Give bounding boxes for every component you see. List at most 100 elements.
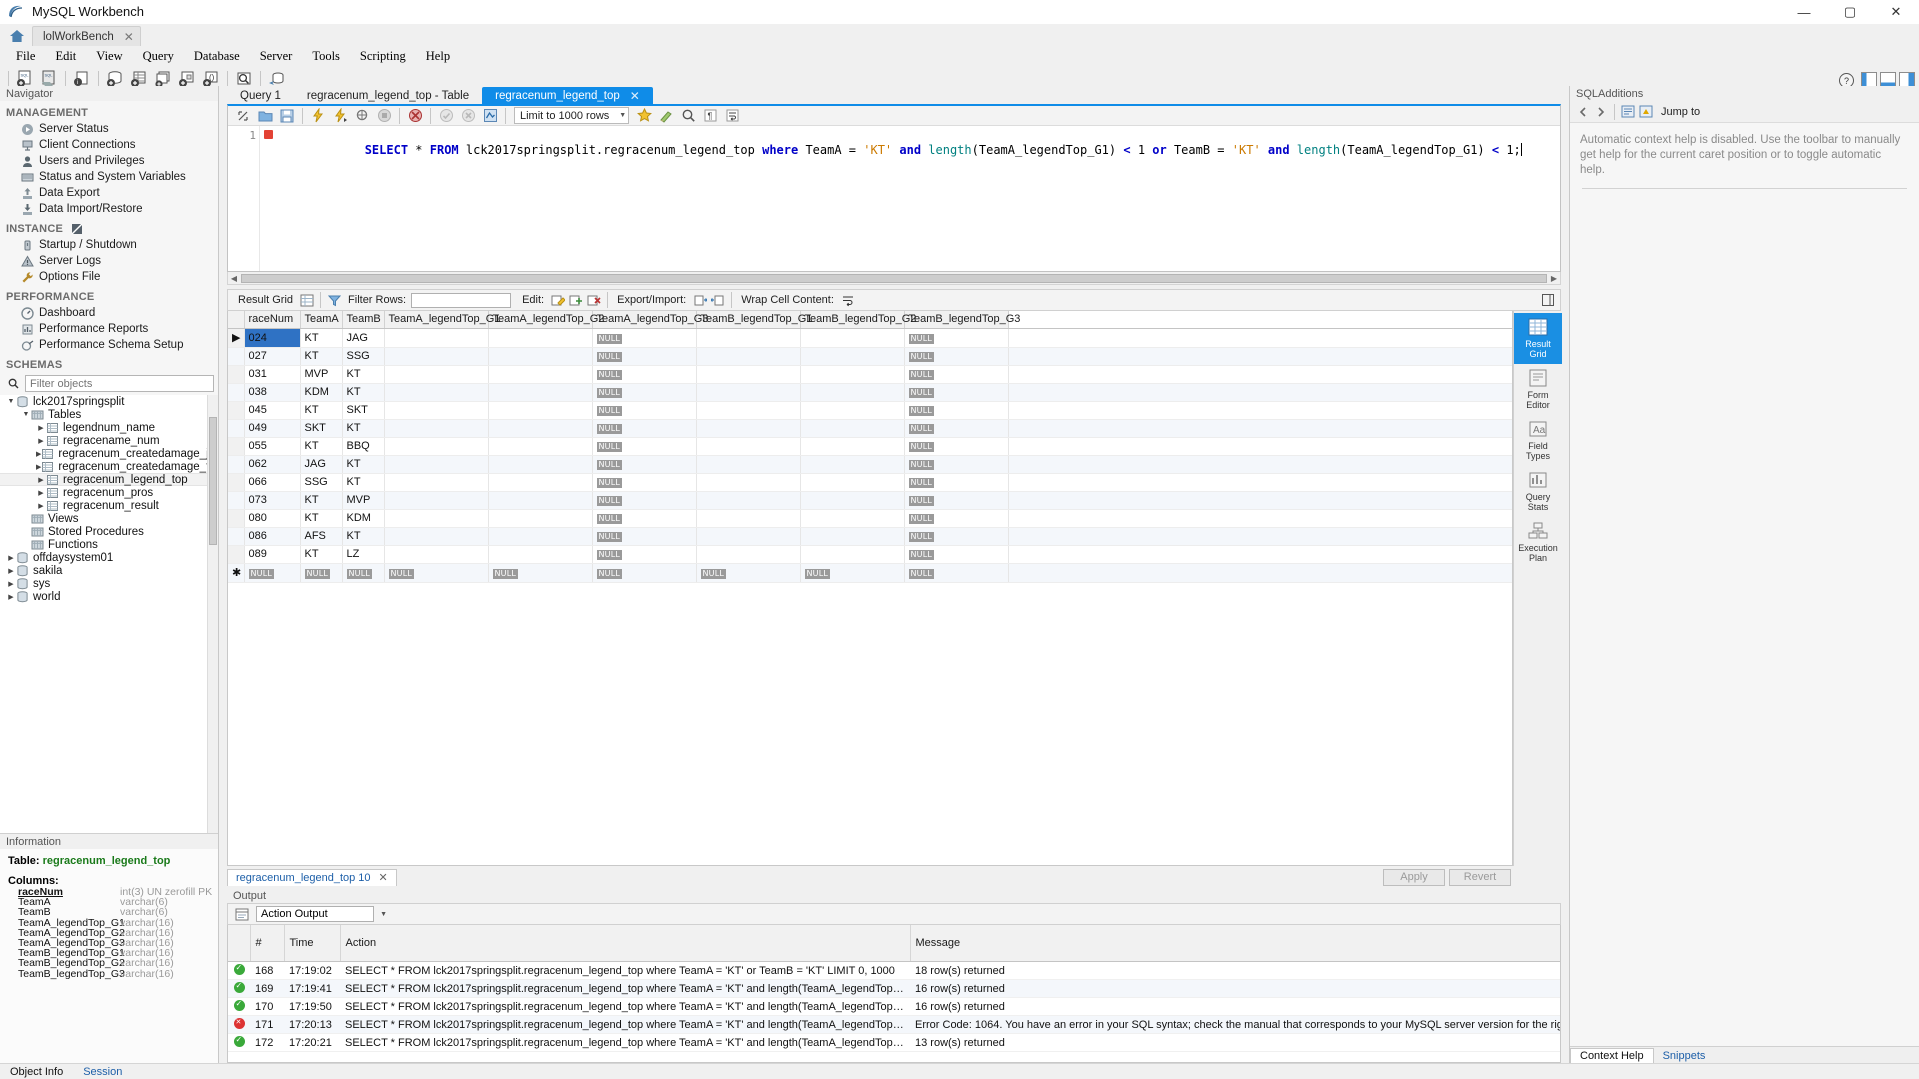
tree-item-regracenum-result[interactable]: ▶ regracenum_result (0, 499, 218, 512)
tree-item-stored-procedures[interactable]: Stored Procedures (0, 525, 218, 538)
import-recordset-icon[interactable] (709, 292, 727, 309)
table-cell[interactable] (696, 419, 801, 438)
filter-icon[interactable] (325, 292, 343, 309)
row-marker[interactable] (228, 545, 245, 564)
twisty-collapsed-icon[interactable]: ▶ (6, 554, 16, 562)
tree-item-functions[interactable]: Functions (0, 538, 218, 551)
table-cell[interactable]: BBQ (342, 437, 385, 456)
row-marker[interactable] (228, 491, 245, 510)
table-cell[interactable]: 089 (244, 545, 301, 564)
table-cell[interactable] (800, 401, 905, 420)
filter-objects-input[interactable] (25, 375, 214, 392)
table-cell[interactable]: NULL (904, 509, 1009, 528)
table-row[interactable]: 045 KT SKT NULL NULL (228, 401, 1512, 420)
table-cell[interactable]: 066 (244, 473, 301, 492)
table-cell[interactable]: SSG (300, 473, 343, 492)
table-cell[interactable]: 080 (244, 509, 301, 528)
table-cell[interactable]: NULL (488, 563, 593, 583)
explain-query-icon[interactable] (351, 107, 373, 125)
twisty-expanded-icon[interactable]: ▼ (6, 398, 16, 405)
table-cell[interactable]: NULL (244, 563, 301, 583)
table-cell[interactable]: NULL (592, 347, 697, 366)
table-cell[interactable]: KT (300, 437, 343, 456)
table-cell[interactable] (800, 455, 905, 474)
table-cell[interactable]: JAG (300, 455, 343, 474)
nav-item-client-connections[interactable]: Client Connections (0, 137, 218, 153)
home-button[interactable] (4, 26, 30, 46)
scrollbar-thumb[interactable] (241, 273, 1547, 283)
menu-item-database[interactable]: Database (184, 49, 250, 64)
menu-item-edit[interactable]: Edit (45, 49, 86, 64)
menu-item-query[interactable]: Query (133, 49, 184, 64)
table-cell[interactable] (384, 473, 489, 492)
twisty-collapsed-icon[interactable]: ▶ (36, 489, 46, 497)
table-cell[interactable]: 062 (244, 455, 301, 474)
table-cell[interactable] (384, 383, 489, 402)
revert-button[interactable]: Revert (1449, 868, 1511, 886)
column-header-teamb[interactable]: TeamB (342, 311, 385, 329)
table-cell[interactable]: MVP (342, 491, 385, 510)
table-cell[interactable] (696, 437, 801, 456)
table-cell[interactable]: KT (342, 383, 385, 402)
table-cell[interactable]: NULL (904, 455, 1009, 474)
new-row-marker[interactable]: ✱ (228, 563, 245, 583)
table-cell[interactable]: NULL (904, 419, 1009, 438)
table-cell[interactable] (384, 328, 489, 348)
menu-item-file[interactable]: File (6, 49, 45, 64)
query-stats-button[interactable]: Query Stats (1514, 466, 1562, 517)
table-row[interactable]: 080 KT KDM NULL NULL (228, 509, 1512, 528)
table-cell[interactable] (384, 419, 489, 438)
twisty-collapsed-icon[interactable]: ▶ (36, 424, 46, 432)
tree-item-tables[interactable]: ▼ Tables (0, 408, 218, 421)
table-cell[interactable] (800, 545, 905, 564)
tab-table-editor[interactable]: regracenum_legend_top - Table (294, 87, 482, 104)
tab-regracenum-legend-top[interactable]: regracenum_legend_top ✕ (482, 87, 653, 104)
table-cell[interactable]: NULL (904, 491, 1009, 510)
table-row[interactable]: 062 JAG KT NULL NULL (228, 455, 1512, 474)
row-marker[interactable] (228, 437, 245, 456)
table-cell[interactable]: KT (300, 491, 343, 510)
column-header-teamb_legendtop_g2[interactable]: TeamB_legendTop_G2 (800, 311, 916, 329)
table-cell[interactable] (696, 527, 801, 546)
column-header-teama_legendtop_g1[interactable]: TeamA_legendTop_G1 (384, 311, 500, 329)
table-cell[interactable] (488, 437, 593, 456)
close-button[interactable]: ✕ (1873, 0, 1919, 24)
stop-execution-icon[interactable] (373, 107, 395, 125)
table-cell[interactable] (488, 347, 593, 366)
table-row[interactable]: 031 MVP KT NULL NULL (228, 365, 1512, 384)
table-cell[interactable]: KT (300, 545, 343, 564)
menu-item-view[interactable]: View (86, 49, 132, 64)
table-cell[interactable]: NULL (904, 383, 1009, 402)
table-cell[interactable]: NULL (592, 545, 697, 564)
table-row[interactable]: 086 AFS KT NULL NULL (228, 527, 1512, 546)
row-marker[interactable] (228, 455, 245, 474)
tree-item-regracename-num[interactable]: ▶ regracename_num (0, 434, 218, 447)
output-column-header[interactable]: Time (284, 925, 341, 962)
table-cell[interactable]: NULL (592, 401, 697, 420)
table-cell[interactable]: KT (300, 509, 343, 528)
table-cell[interactable]: KDM (300, 383, 343, 402)
table-cell[interactable] (696, 401, 801, 420)
table-cell[interactable] (696, 383, 801, 402)
wrap-cell-icon[interactable] (839, 292, 857, 309)
twisty-expanded-icon[interactable]: ▼ (21, 411, 31, 418)
nav-item-performance-schema-setup[interactable]: Performance Schema Setup (0, 337, 218, 353)
nav-item-dashboard[interactable]: Dashboard (0, 305, 218, 321)
edit-row-icon[interactable] (549, 292, 567, 309)
table-row[interactable]: 073 KT MVP NULL NULL (228, 491, 1512, 510)
nav-item-server-logs[interactable]: Server Logs (0, 253, 218, 269)
table-cell[interactable]: KT (342, 527, 385, 546)
nav-item-data-import-restore[interactable]: Data Import/Restore (0, 201, 218, 217)
table-cell[interactable] (384, 347, 489, 366)
tree-item-regracenum-pros[interactable]: ▶ regracenum_pros (0, 486, 218, 499)
table-row[interactable]: ✱ NULL NULL NULL NULL NULL NULL NULL NULL NULL (228, 563, 1512, 583)
table-cell[interactable]: NULL (904, 328, 1009, 348)
workspace-tab[interactable]: lolWorkBench ✕ (32, 26, 141, 46)
table-cell[interactable]: 055 (244, 437, 301, 456)
table-cell[interactable]: NULL (592, 473, 697, 492)
save-file-icon[interactable] (276, 107, 298, 125)
table-cell[interactable] (488, 328, 593, 348)
table-cell[interactable] (696, 455, 801, 474)
table-cell[interactable] (488, 401, 593, 420)
tree-scrollbar-thumb[interactable] (209, 417, 217, 545)
